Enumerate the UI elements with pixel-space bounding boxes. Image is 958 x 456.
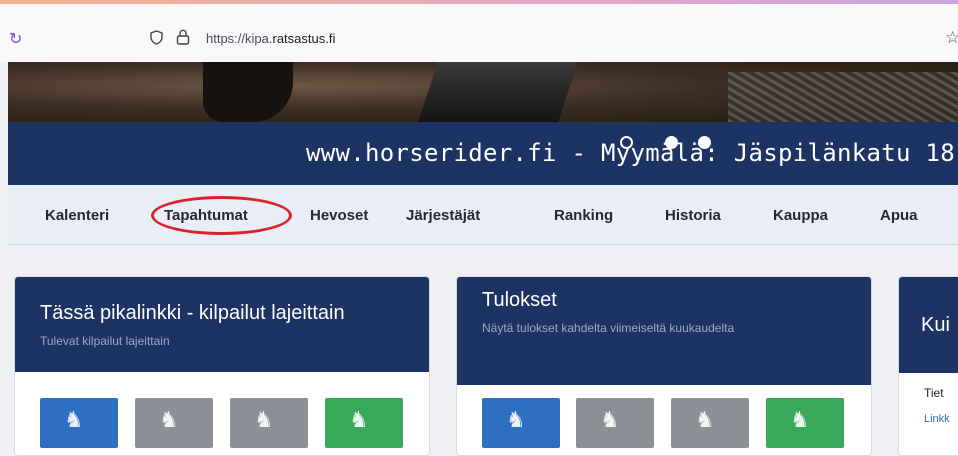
sport-tile-cross-country[interactable]: ♞ — [325, 398, 403, 448]
nav-item-jarjestajat[interactable]: Järjestäjät — [406, 207, 480, 224]
lock-icon[interactable] — [176, 29, 190, 45]
nav-item-apua[interactable]: Apua — [880, 207, 918, 224]
horse-rider-icon: ♞ — [506, 408, 526, 433]
horse-rider-icon: ♞ — [64, 408, 84, 433]
nav-item-kauppa[interactable]: Kauppa — [773, 207, 828, 224]
card-subtitle: Tulevat kilpailut lajeittain — [40, 334, 170, 348]
horse-jump-icon: ♞ — [695, 408, 715, 433]
carousel-dot[interactable] — [620, 136, 633, 149]
card-body-text: Tiet — [924, 386, 944, 400]
nav-item-kalenteri[interactable]: Kalenteri — [45, 207, 109, 224]
nav-item-hevoset[interactable]: Hevoset — [310, 207, 368, 224]
nav-item-historia[interactable]: Historia — [665, 207, 721, 224]
main-navigation: Kalenteri Tapahtumat Hevoset Järjestäjät… — [8, 185, 958, 245]
horse-gallop-icon: ♞ — [349, 408, 369, 433]
horse-jump-icon: ♞ — [254, 408, 274, 433]
sport-tile-show-jumping[interactable]: ♞ — [576, 398, 654, 448]
horse-gallop-icon: ♞ — [790, 408, 810, 433]
promo-banner[interactable]: www.horserider.fi - Myymälä: Jäspilänkat… — [8, 122, 958, 185]
card-third: Kui — [898, 276, 958, 456]
hero-shape — [203, 62, 293, 122]
shield-icon[interactable] — [150, 30, 163, 45]
url-text[interactable]: https://kipa.ratsastus.fi — [206, 31, 335, 46]
sport-tile-eventing[interactable]: ♞ — [230, 398, 308, 448]
carousel-dot[interactable] — [698, 136, 711, 149]
sport-tile-dressage[interactable]: ♞ — [40, 398, 118, 448]
bookmark-star-icon[interactable]: ☆ — [945, 28, 958, 48]
nav-item-ranking[interactable]: Ranking — [554, 207, 613, 224]
browser-url-bar[interactable]: ↻ https://kipa.ratsastus.fi ☆ — [0, 4, 958, 62]
hero-shape — [418, 62, 578, 122]
card-link[interactable]: Linkk — [924, 413, 950, 425]
highlight-circle-annotation — [151, 196, 292, 235]
card-title[interactable]: Tässä pikalinkki - kilpailut lajeittain — [40, 302, 345, 325]
card-header: Kui — [899, 277, 958, 373]
sport-tile-dressage[interactable]: ♞ — [482, 398, 560, 448]
sport-tile-show-jumping[interactable]: ♞ — [135, 398, 213, 448]
url-prefix: https://kipa. — [206, 31, 273, 46]
card-header: Tässä pikalinkki - kilpailut lajeittain … — [15, 277, 429, 372]
reload-icon[interactable]: ↻ — [9, 29, 22, 48]
horse-jump-icon: ♞ — [159, 408, 179, 433]
sport-tile-cross-country[interactable]: ♞ — [766, 398, 844, 448]
url-domain: ratsastus.fi — [272, 31, 336, 46]
sport-tile-eventing[interactable]: ♞ — [671, 398, 749, 448]
hero-shape — [728, 72, 958, 122]
card-title[interactable]: Tulokset — [482, 289, 557, 312]
carousel-dot[interactable] — [665, 136, 678, 149]
card-header: Tulokset Näytä tulokset kahdelta viimeis… — [457, 277, 871, 385]
card-title[interactable]: Kui — [921, 314, 950, 337]
hero-image — [8, 62, 958, 122]
carousel-dots[interactable] — [620, 136, 720, 150]
horse-jump-icon: ♞ — [600, 408, 620, 433]
card-subtitle: Näytä tulokset kahdelta viimeiseltä kuuk… — [482, 321, 735, 335]
